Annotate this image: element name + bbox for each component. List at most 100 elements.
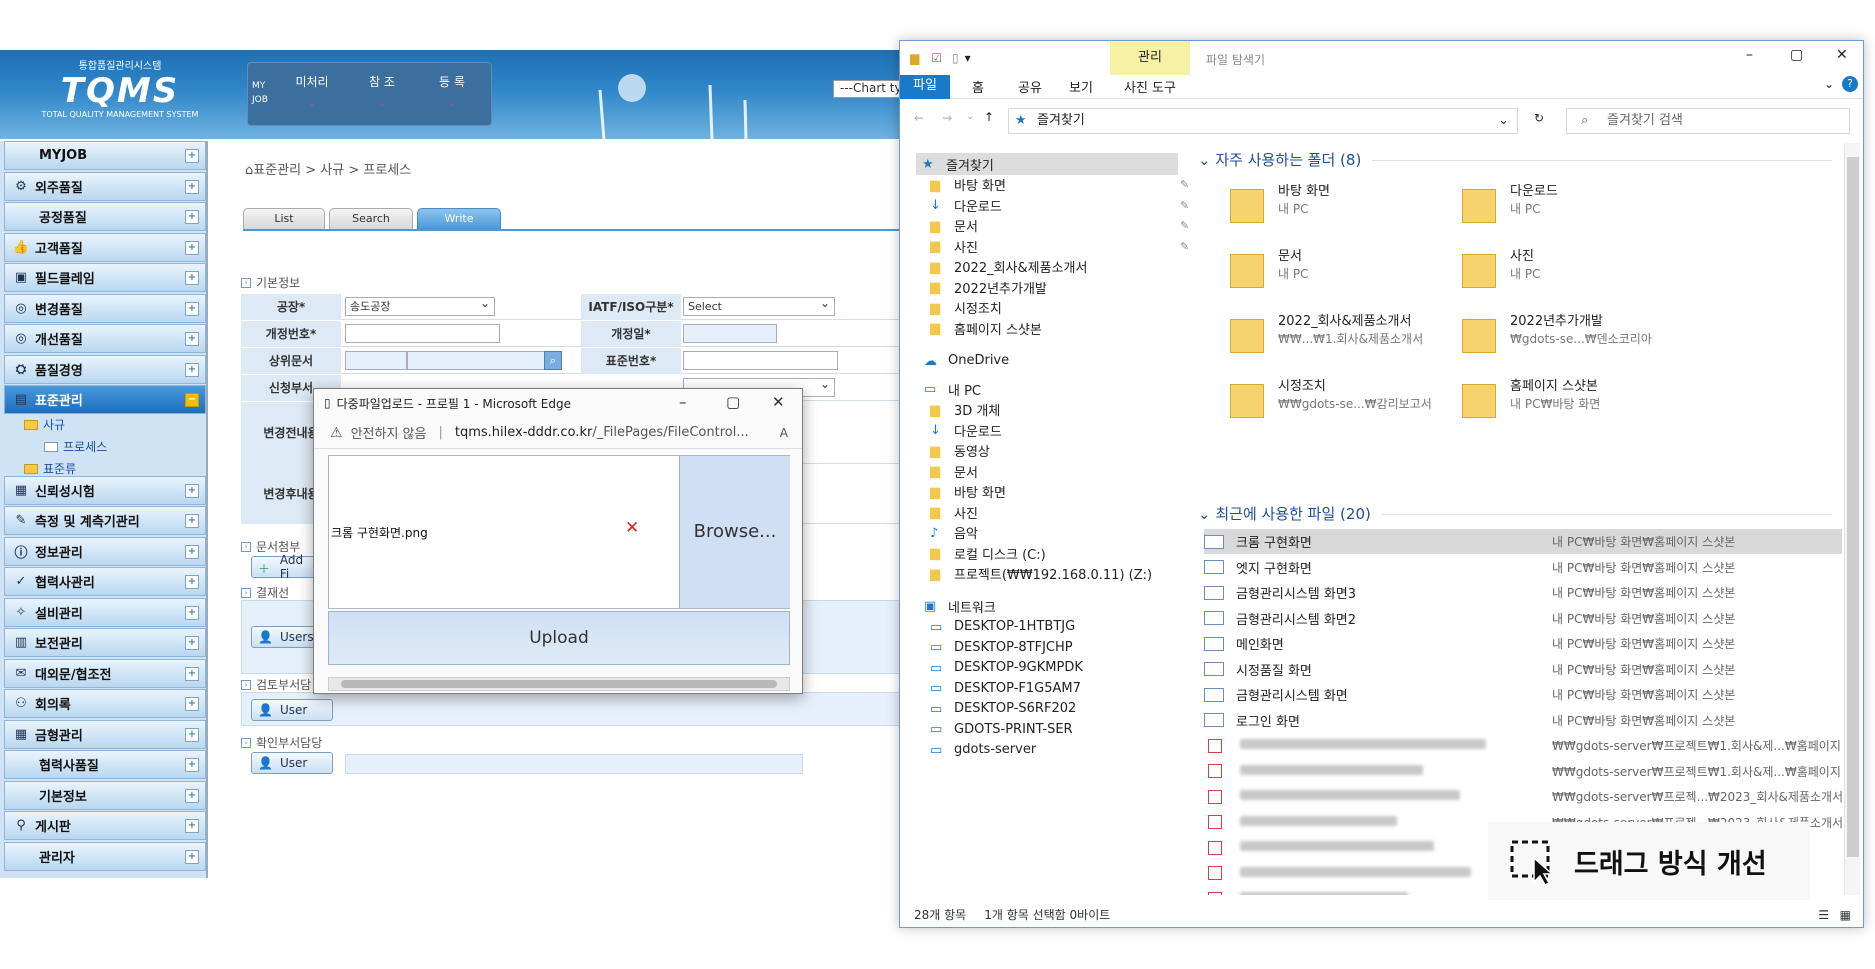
recent-file-row[interactable]: 금형관리시스템 화면3 내 PC₩바탕 화면₩홈페이지 스샷본 <box>1204 580 1842 605</box>
expand-icon[interactable]: + <box>185 301 199 316</box>
search-icon[interactable]: ⌕ <box>544 351 562 370</box>
sidebar-item[interactable]: ▣ 필드클레임 + <box>4 263 206 292</box>
collapse-icon[interactable]: − <box>185 393 199 407</box>
sidebar-item[interactable]: 공정품질 + <box>4 202 206 231</box>
breadcrumb-item[interactable]: 표준관리 <box>253 163 301 178</box>
browse-button[interactable]: Browse... <box>679 456 790 608</box>
sidebar-sub-item-rules[interactable]: 사규 <box>24 416 65 433</box>
sidebar-item[interactable]: 관리자 + <box>4 841 206 871</box>
sidebar-item[interactable]: ▦ 신뢰성시험 + <box>4 475 206 505</box>
sidebar-item[interactable]: 👍 고객품질 + <box>4 232 206 262</box>
frequent-folder[interactable]: 사진 내 PC <box>1462 248 1540 290</box>
recent-file-row[interactable]: 금형관리시스템 화면 내 PC₩바탕 화면₩홈페이지 스샷본 <box>1204 682 1842 707</box>
tree-item[interactable]: ▆ 2022년추가개발 <box>930 276 1047 298</box>
recent-file-row[interactable]: 엣지 구현화면 내 PC₩바탕 화면₩홈페이지 스샷본 <box>1204 555 1842 580</box>
tab-home[interactable]: 홈 <box>972 77 984 96</box>
tab-write[interactable]: Write <box>417 208 501 230</box>
expand-icon[interactable]: + <box>185 332 199 346</box>
tree-item[interactable]: ▭ DESKTOP-1HTBTJG <box>930 616 1075 638</box>
horizontal-scrollbar[interactable] <box>328 677 790 691</box>
tree-item[interactable]: ▆ 바탕 화면 <box>930 481 1006 503</box>
review-user-button[interactable]: 👤 User <box>251 699 333 721</box>
recent-files-header[interactable]: ⌄ 최근에 사용한 파일 (20) <box>1198 503 1371 524</box>
parent-doc-code[interactable] <box>345 351 407 370</box>
tree-item[interactable]: ▭ gdots-server <box>930 739 1036 761</box>
tab-picture-tools[interactable]: 사진 도구 <box>1124 77 1176 96</box>
expand-icon[interactable]: + <box>185 788 199 803</box>
tab-share[interactable]: 공유 <box>1018 77 1042 96</box>
expand-icon[interactable]: + <box>185 179 199 194</box>
tree-item[interactable]: ▭ 내 PC <box>924 378 981 400</box>
close-button[interactable]: ✕ <box>772 393 785 411</box>
tree-item[interactable]: ▭ GDOTS-PRINT-SER <box>930 718 1073 740</box>
tree-item[interactable]: ▭ DESKTOP-F1G5AM7 <box>930 677 1081 699</box>
expand-icon[interactable]: + <box>185 819 199 833</box>
upload-button[interactable]: Upload <box>328 611 790 665</box>
tree-item[interactable]: ▆ 로컬 디스크 (C:) <box>930 542 1046 564</box>
help-icon[interactable]: ? <box>1842 76 1858 92</box>
confirm-user-field[interactable] <box>345 754 803 774</box>
frequent-folder[interactable]: 바탕 화면 내 PC <box>1230 183 1330 225</box>
tree-item[interactable]: ▆ 바탕 화면 ✎ <box>930 174 1189 196</box>
expand-icon[interactable]: + <box>185 849 199 864</box>
sidebar-item[interactable]: ◎ 변경품질 + <box>4 293 206 323</box>
sidebar-item[interactable]: 기본정보 + <box>4 780 206 810</box>
recent-file-row[interactable]: ₩₩gdots-server₩프로젝트₩1.회사&제...₩홈페이지 <box>1204 733 1842 758</box>
tab-view[interactable]: 보기 <box>1069 77 1093 96</box>
sidebar-item[interactable]: ✓ 협력사관리 + <box>4 567 206 596</box>
tree-item[interactable]: ★ 즐겨찾기 <box>916 153 1178 175</box>
standard-no-input[interactable] <box>683 351 838 370</box>
minimize-button[interactable]: – <box>679 393 687 411</box>
scroll-thumb[interactable] <box>1847 157 1859 857</box>
frequent-folders-header[interactable]: ⌄ 자주 사용하는 폴더 (8) <box>1198 149 1361 170</box>
sidebar-item[interactable]: ⚇ 회의록 + <box>4 689 206 718</box>
tqms-logo[interactable]: 통합품질관리시스템 TQMS TOTAL QUALITY MANAGEMENT … <box>40 60 200 134</box>
sidebar-item[interactable]: ▤ 표준관리 − <box>4 385 206 414</box>
sidebar-item[interactable]: ⛭ 품질경영 + <box>4 354 206 384</box>
recent-file-row[interactable]: 메인화면 내 PC₩바탕 화면₩홈페이지 스샷본 <box>1204 631 1842 656</box>
breadcrumb-item[interactable]: 사규 <box>320 163 344 178</box>
confirm-user-button[interactable]: 👤 User <box>251 752 333 774</box>
tree-item[interactable]: ▆ 3D 개체 <box>930 399 1000 421</box>
tab-manage[interactable]: 관리 <box>1110 41 1190 75</box>
frequent-folder[interactable]: 2022년추가개발 ₩gdots-se...₩덴소코리아 <box>1462 313 1652 355</box>
tab-search[interactable]: Search <box>329 208 413 230</box>
frequent-folder[interactable]: 2022_회사&제품소개서 ₩₩...₩1.회사&제품소개서 <box>1230 313 1423 355</box>
expand-icon[interactable]: + <box>185 697 199 711</box>
sidebar-item[interactable]: ◎ 개선품질 + <box>4 324 206 353</box>
tree-item[interactable]: ↓ 다운로드 <box>930 419 1002 441</box>
tree-item[interactable]: ☁ OneDrive <box>924 350 1009 372</box>
tree-item[interactable]: ▆ 문서 ✎ <box>930 215 1189 237</box>
sidebar-item[interactable]: MYJOB + <box>4 141 206 170</box>
parent-doc-name[interactable] <box>407 351 545 370</box>
iatf-select[interactable]: Select <box>683 295 835 316</box>
expand-icon[interactable]: + <box>185 544 199 559</box>
revision-no-input[interactable] <box>345 324 500 343</box>
sidebar-item[interactable]: ⓘ 정보관리 + <box>4 536 206 566</box>
frequent-folder[interactable]: 시정조치 ₩₩gdots-se...₩감리보고서 <box>1230 378 1432 420</box>
frequent-folder[interactable]: 문서 내 PC <box>1230 248 1308 290</box>
chevron-down-icon[interactable]: ⌄ <box>1498 109 1509 133</box>
tree-item[interactable]: ▭ DESKTOP-S6RF202 <box>930 698 1076 720</box>
vertical-scrollbar[interactable] <box>1844 143 1860 895</box>
tree-item[interactable]: ▣ 네트워크 <box>924 595 996 617</box>
sidebar-item[interactable]: ✧ 설비관리 + <box>4 597 206 627</box>
recent-file-row[interactable]: 크롬 구현화면 내 PC₩바탕 화면₩홈페이지 스샷본 <box>1204 529 1842 554</box>
recent-file-row[interactable]: ₩₩gdots-server₩프로젝트₩1.회사&제...₩홈페이지 <box>1204 759 1842 784</box>
back-icon[interactable]: ← <box>914 111 924 125</box>
tree-item[interactable]: ▆ 시정조치 <box>930 297 1002 319</box>
ribbon-expand-icon[interactable]: ⌄ <box>1824 77 1834 91</box>
address-bar[interactable]: ⚠ 안전하지 않음 | tqms.hilex-dddr.co.kr/_FilePage… <box>314 417 802 449</box>
expand-icon[interactable]: + <box>185 483 199 498</box>
chevron-down-icon[interactable]: ▾ <box>965 51 971 65</box>
details-view-icon[interactable]: ☰ <box>1818 903 1829 927</box>
minimize-button[interactable]: – <box>1746 47 1753 63</box>
properties-icon[interactable]: ☑ <box>931 51 942 65</box>
maximize-button[interactable]: ▢ <box>726 393 740 411</box>
large-icons-view-icon[interactable]: ▦ <box>1840 903 1851 927</box>
frequent-folder[interactable]: 다운로드 내 PC <box>1462 183 1558 225</box>
forward-icon[interactable]: → <box>942 111 952 125</box>
expand-icon[interactable]: + <box>185 758 199 772</box>
sidebar-item[interactable]: ⚙ 외주품질 + <box>4 171 206 201</box>
read-aloud-icon[interactable]: A <box>780 426 788 440</box>
